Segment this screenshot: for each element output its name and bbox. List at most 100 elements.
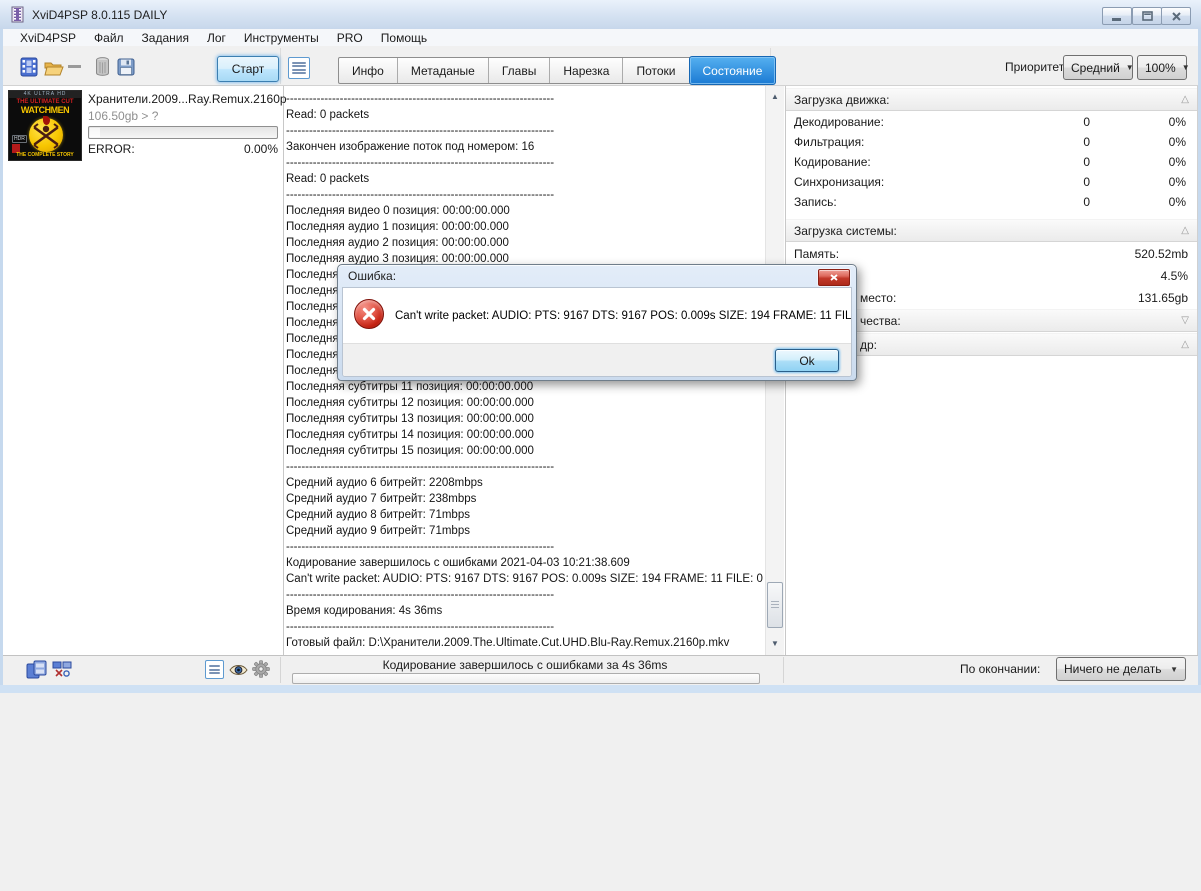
scroll-down-icon[interactable]: ▼	[766, 635, 784, 651]
menu-item-файл[interactable]: Файл	[85, 30, 133, 46]
collapse-up-icon[interactable]: △	[1181, 225, 1189, 236]
restore-button[interactable]	[1132, 7, 1162, 25]
open-folder-icon[interactable]	[44, 60, 64, 76]
app-icon	[10, 6, 27, 23]
engine-load-row: Фильтрация:00%	[786, 132, 1197, 152]
system-row-label: Память:	[794, 247, 1135, 261]
tasks-list-icon[interactable]	[288, 57, 310, 79]
window-title: XviD4PSP 8.0.115 DAILY	[32, 8, 167, 22]
gear-icon[interactable]	[252, 660, 270, 678]
engine-row-percent: 0%	[1090, 135, 1186, 149]
section-header-system-load[interactable]: Загрузка системы: △	[786, 219, 1197, 242]
close-icon[interactable]	[1161, 7, 1191, 25]
window-border-bottom	[0, 685, 1201, 693]
log-line: Read: 0 packets	[286, 107, 764, 123]
dialog-title: Ошибка:	[348, 269, 396, 283]
log-line: Последняя субтитры 15 позиция: 00:00:00.…	[286, 443, 764, 459]
collapse-up-icon[interactable]: △	[1181, 94, 1189, 105]
engine-row-count: 0	[1010, 115, 1090, 129]
queue-item-title[interactable]: Хранители.2009...Ray.Remux.2160p	[88, 92, 287, 106]
section-header-engine-load[interactable]: Загрузка движка: △	[786, 88, 1197, 111]
log-line: Средний аудио 8 битрейт: 71mbps	[286, 507, 764, 523]
system-row-value: 131.65gb	[1138, 291, 1188, 305]
collapse-up-icon[interactable]: △	[1181, 339, 1189, 350]
log-line: Готовый файл: D:\Хранители.2009.The.Ulti…	[286, 635, 764, 651]
start-button[interactable]: Старт	[217, 56, 279, 82]
priority-label: Приоритет:	[1005, 60, 1068, 74]
trash-icon[interactable]	[95, 57, 110, 77]
log-line: Последняя аудио 2 позиция: 00:00:00.000	[286, 235, 764, 251]
tab-инфо[interactable]: Инфо	[339, 58, 397, 83]
poster-blood-drop	[43, 116, 50, 125]
menu-item-лог[interactable]: Лог	[198, 30, 235, 46]
engine-load-row: Запись:00%	[786, 192, 1197, 212]
queue-item-percent: 0.00%	[88, 142, 278, 156]
menu-item-помощь[interactable]: Помощь	[372, 30, 436, 46]
poster-bottom-line: THE COMPLETE STORY	[9, 152, 81, 158]
log-line: Последняя субтитры 12 позиция: 00:00:00.…	[286, 395, 764, 411]
tab-потоки[interactable]: Потоки	[622, 58, 688, 83]
engine-row-count: 0	[1010, 155, 1090, 169]
tab-нарезка[interactable]: Нарезка	[549, 58, 622, 83]
statusbar-separator	[280, 657, 281, 683]
system-load-row: Память:520.52mb	[786, 243, 1197, 265]
ok-button[interactable]: Ok	[775, 349, 839, 372]
preview-eye-icon[interactable]	[229, 663, 248, 677]
menu-item-инструменты[interactable]: Инструменты	[235, 30, 328, 46]
log-line: Время кодирования: 4s 36ms	[286, 603, 764, 619]
system-row-value: 520.52mb	[1135, 247, 1188, 261]
chevron-down-icon: ▼	[1182, 63, 1190, 72]
add-file-icon[interactable]	[20, 57, 38, 77]
priority-value: Средний	[1071, 61, 1120, 75]
title-bar[interactable]: XviD4PSP 8.0.115 DAILY	[0, 0, 1201, 30]
scale-dropdown[interactable]: 100% ▼	[1137, 55, 1187, 80]
engine-load-row: Кодирование:00%	[786, 152, 1197, 172]
log-line: Средний аудио 6 битрейт: 2208mbps	[286, 475, 764, 491]
log-line: Последняя аудио 1 позиция: 00:00:00.000	[286, 219, 764, 235]
log-line: Последняя видео 0 позиция: 00:00:00.000	[286, 203, 764, 219]
ok-button-label: Ok	[799, 354, 814, 368]
toolbar-separator	[280, 48, 281, 84]
menu-item-задания[interactable]: Задания	[133, 30, 198, 46]
scale-value: 100%	[1145, 61, 1176, 75]
engine-row-label: Декодирование:	[794, 115, 1010, 129]
remove-file-icon[interactable]	[68, 65, 81, 68]
status-progressbar	[292, 673, 760, 684]
log-line: Последняя субтитры 14 позиция: 00:00:00.…	[286, 427, 764, 443]
priority-dropdown[interactable]: Средний ▼	[1063, 55, 1133, 80]
log-line: ----------------------------------------…	[286, 459, 764, 475]
scroll-up-icon[interactable]: ▲	[766, 88, 784, 104]
chevron-down-icon: ▼	[1126, 63, 1134, 72]
frame-preview-area	[786, 356, 1197, 655]
engine-row-label: Запись:	[794, 195, 1010, 209]
log-line: ----------------------------------------…	[286, 619, 764, 635]
engine-row-label: Кодирование:	[794, 155, 1010, 169]
log-line: Read: 0 packets	[286, 171, 764, 187]
log-line: ----------------------------------------…	[286, 587, 764, 603]
save-icon[interactable]	[117, 58, 135, 76]
engine-load-rows: Декодирование:00%Фильтрация:00%Кодирован…	[786, 112, 1197, 212]
engine-row-label: Синхронизация:	[794, 175, 1010, 189]
queue-item-size: 106.50gb > ?	[88, 109, 158, 123]
status-message: Кодирование завершилось с ошибками за 4s…	[286, 658, 764, 672]
tab-метаданые[interactable]: Метаданые	[397, 58, 488, 83]
start-button-label: Старт	[232, 62, 265, 76]
engine-row-count: 0	[1010, 195, 1090, 209]
log-line: ----------------------------------------…	[286, 155, 764, 171]
collapse-down-icon[interactable]: ▽	[1181, 315, 1189, 326]
log-line: ----------------------------------------…	[286, 123, 764, 139]
minimize-button[interactable]	[1102, 7, 1132, 25]
tab-состояние[interactable]: Состояние	[689, 56, 777, 85]
scrollbar-thumb[interactable]	[767, 582, 783, 628]
dialog-close-icon[interactable]	[818, 269, 850, 286]
menu-bar: XviD4PSPФайлЗаданияЛогИнструментыPROПомо…	[3, 29, 1198, 46]
queue-item-thumbnail[interactable]: 4K ULTRA HD THE ULTIMATE CUT WATCHMEN HD…	[8, 90, 82, 161]
tab-главы[interactable]: Главы	[488, 58, 550, 83]
join-files-icon[interactable]	[26, 660, 48, 679]
menu-item-xvid4psp[interactable]: XviD4PSP	[11, 30, 85, 46]
log-line: Средний аудио 9 битрейт: 71mbps	[286, 523, 764, 539]
log-list-icon[interactable]	[205, 660, 224, 679]
demux-icon[interactable]	[52, 661, 72, 678]
on-finish-dropdown[interactable]: Ничего не делать ▼	[1056, 657, 1186, 681]
menu-item-pro[interactable]: PRO	[328, 30, 372, 46]
